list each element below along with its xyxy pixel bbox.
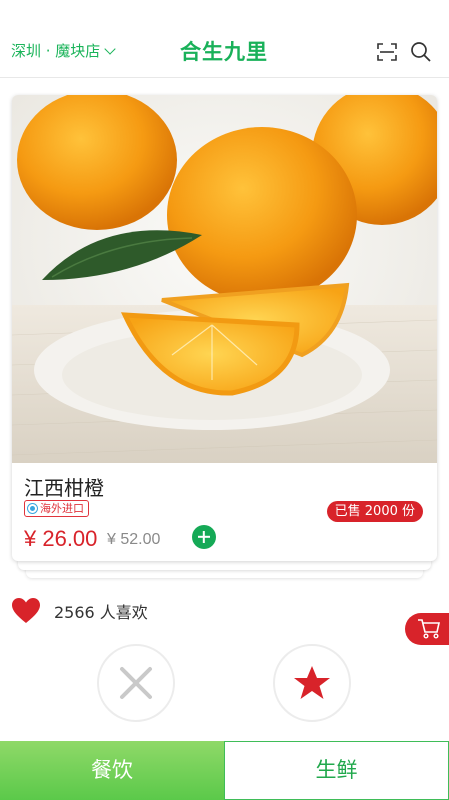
import-globe-icon [27, 503, 38, 514]
product-card[interactable]: 江西柑橙 海外进口 已售 2000 份 ¥ 26.00 ¥ 52.00 [12, 95, 437, 561]
location-selector[interactable]: 深圳 · 魔块店 [11, 40, 116, 61]
product-image [12, 95, 437, 463]
card-stack-layer [18, 560, 431, 570]
product-name: 江西柑橙 [24, 476, 104, 500]
dislike-button[interactable] [97, 644, 175, 722]
bottom-nav: 餐饮 生鲜 [0, 741, 449, 800]
import-badge-label: 海外进口 [40, 502, 84, 515]
star-icon [294, 666, 330, 699]
favorite-button[interactable] [273, 644, 351, 722]
cart-icon [418, 619, 440, 639]
sold-count-badge: 已售 2000 份 [326, 501, 423, 522]
chevron-down-icon [104, 42, 116, 55]
top-bar: 深圳 · 魔块店 合生九里 [0, 0, 449, 78]
search-icon[interactable] [410, 41, 432, 63]
import-badge: 海外进口 [24, 500, 89, 517]
original-price: ¥ 52.00 [107, 531, 161, 548]
tab-food[interactable]: 餐饮 [0, 741, 224, 800]
cart-button[interactable] [405, 613, 449, 645]
current-price: ¥ 26.00 [24, 526, 98, 551]
close-icon [120, 667, 152, 699]
tab-fresh[interactable]: 生鲜 [224, 741, 449, 800]
location-label: 深圳 · 魔块店 [11, 42, 101, 60]
likes-row: 2566 人喜欢 [12, 598, 148, 624]
add-to-cart-button[interactable] [192, 525, 216, 549]
brand-logo: 合生九里 [180, 40, 268, 64]
likes-count: 2566 人喜欢 [54, 603, 148, 622]
heart-icon [12, 598, 40, 623]
scan-icon[interactable] [377, 43, 397, 61]
